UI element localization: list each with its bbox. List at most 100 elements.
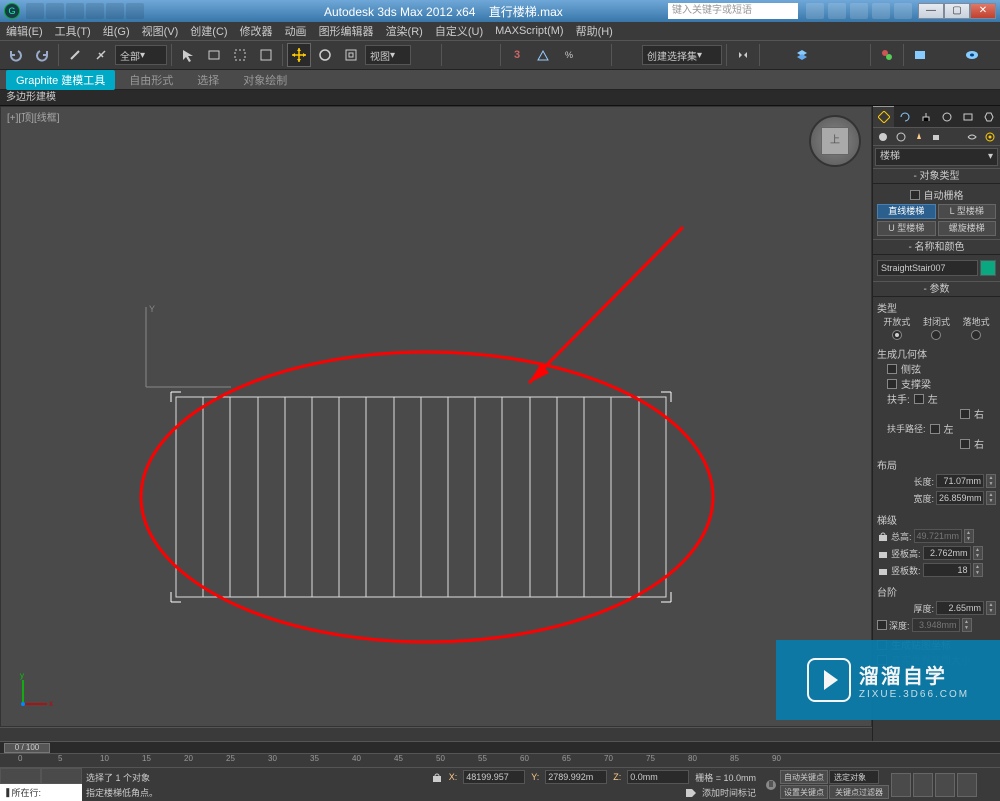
overall-input[interactable]: 49.721mm — [914, 529, 962, 543]
create-tab[interactable] — [873, 106, 894, 127]
layer-button[interactable] — [790, 43, 814, 67]
ribbon-tab-freeform[interactable]: 自由形式 — [119, 70, 183, 90]
menu-item[interactable]: 渲染(R) — [386, 23, 423, 39]
rollout-parameters[interactable]: 参数 — [873, 281, 1000, 297]
width-input[interactable]: 26.859mm — [936, 491, 984, 505]
search-input[interactable]: 键入关键字或短语 — [668, 3, 798, 19]
schematic-button[interactable] — [842, 43, 866, 67]
handrail-left-checkbox[interactable] — [914, 394, 924, 404]
snap-button[interactable]: 3 — [505, 43, 529, 67]
depth-checkbox[interactable] — [877, 620, 887, 630]
percent-snap-button[interactable]: % — [557, 43, 581, 67]
align-button[interactable] — [764, 43, 788, 67]
render-setup-button[interactable] — [908, 43, 932, 67]
maximize-button[interactable]: ▢ — [944, 3, 970, 19]
next-frame-button[interactable] — [957, 773, 977, 797]
object-color-swatch[interactable] — [980, 260, 996, 276]
prev-frame-button[interactable] — [913, 773, 933, 797]
quick-access-toolbar[interactable] — [26, 3, 144, 19]
category-dropdown[interactable]: 楼梯▾ — [875, 148, 998, 166]
key-target-dropdown[interactable]: 选定对象 — [829, 770, 879, 784]
qat-btn[interactable] — [106, 3, 124, 19]
lock-riserht-icon[interactable] — [877, 547, 889, 559]
cameras-icon[interactable] — [931, 131, 943, 143]
railpath-right-checkbox[interactable] — [960, 439, 970, 449]
menu-item[interactable]: 创建(C) — [190, 23, 227, 39]
lock-overall-icon[interactable] — [877, 530, 889, 542]
thickness-input[interactable]: 2.65mm — [936, 601, 984, 615]
utilities-tab[interactable] — [979, 106, 1000, 127]
viewport[interactable]: [+][顶][线框] 上 Y — [0, 106, 872, 727]
menu-item[interactable]: 图形编辑器 — [319, 23, 374, 39]
systems-icon[interactable] — [984, 131, 996, 143]
width-spinner[interactable]: ▲▼ — [986, 491, 996, 505]
undo-button[interactable] — [4, 43, 28, 67]
coord-y[interactable]: 2789.992m — [545, 770, 607, 784]
menu-item[interactable]: 自定义(U) — [435, 23, 483, 39]
unlink-button[interactable] — [89, 43, 113, 67]
type-l-stair[interactable]: L 型楼梯 — [938, 204, 997, 219]
overall-spinner[interactable]: ▲▼ — [964, 529, 974, 543]
spinner-snap-button[interactable] — [583, 43, 607, 67]
type-straight-stair[interactable]: 直线楼梯 — [877, 204, 936, 219]
subscription-icon[interactable] — [828, 3, 846, 19]
named-selection-set[interactable]: 创建选择集 ▾ — [642, 45, 722, 65]
pivot-button[interactable] — [413, 43, 437, 67]
exchange-icon[interactable] — [850, 3, 868, 19]
rollout-name-color[interactable]: 名称和颜色 — [873, 239, 1000, 255]
play-button[interactable] — [935, 773, 955, 797]
key-filters-button[interactable]: 关键点过滤器 — [829, 785, 889, 799]
rollout-object-type[interactable]: 对象类型 — [873, 168, 1000, 184]
goto-start-button[interactable] — [891, 773, 911, 797]
track-ruler[interactable]: 0 5 10 15 20 25 30 35 40 45 50 55 60 65 … — [0, 753, 1000, 767]
qat-btn[interactable] — [66, 3, 84, 19]
modify-tab[interactable] — [894, 106, 915, 127]
keyboard-shortcut-button[interactable] — [472, 43, 496, 67]
minimize-button[interactable]: — — [918, 3, 944, 19]
infocenter-icons[interactable] — [806, 3, 912, 19]
ribbon-panel-label[interactable]: 多边形建模 — [0, 90, 1000, 106]
hierarchy-tab[interactable] — [915, 106, 936, 127]
motion-tab[interactable] — [937, 106, 958, 127]
select-region-button[interactable] — [228, 43, 252, 67]
menu-item[interactable]: 动画 — [285, 23, 307, 39]
scene-canvas[interactable]: Y — [1, 107, 851, 687]
shapes-icon[interactable] — [895, 131, 907, 143]
scale-button[interactable] — [339, 43, 363, 67]
handrail-right-checkbox[interactable] — [960, 409, 970, 419]
radio-box[interactable] — [971, 330, 981, 340]
render-button[interactable] — [960, 43, 984, 67]
length-spinner[interactable]: ▲▼ — [986, 474, 996, 488]
viewport-scrollbar-x[interactable] — [0, 727, 872, 741]
set-key-button[interactable]: 设置关键点 — [780, 785, 828, 799]
rotate-button[interactable] — [313, 43, 337, 67]
redo-button[interactable] — [30, 43, 54, 67]
time-slider-thumb[interactable]: 0 / 100 — [4, 743, 50, 753]
move-button[interactable] — [287, 43, 311, 67]
qat-btn[interactable] — [126, 3, 144, 19]
select-by-name-button[interactable] — [202, 43, 226, 67]
riserht-spinner[interactable]: ▲▼ — [973, 546, 983, 560]
menu-item[interactable]: 工具(T) — [55, 23, 91, 39]
menu-item[interactable]: 修改器 — [240, 23, 273, 39]
riserht-input[interactable]: 2.762mm — [923, 546, 971, 560]
selection-filter[interactable]: 全部 ▾ — [115, 45, 167, 65]
close-button[interactable]: ✕ — [970, 3, 996, 19]
depth-spinner[interactable]: ▲▼ — [962, 618, 972, 632]
angle-snap-button[interactable] — [531, 43, 555, 67]
ref-coord-system[interactable]: 视图 ▾ — [365, 45, 411, 65]
ribbon-tab-paint[interactable]: 对象绘制 — [233, 70, 297, 90]
key-mode-icon[interactable] — [764, 778, 778, 792]
ribbon-tab-selection[interactable]: 选择 — [187, 70, 229, 90]
type-spiral-stair[interactable]: 螺旋楼梯 — [938, 221, 997, 236]
mirror-button[interactable] — [731, 43, 755, 67]
thickness-spinner[interactable]: ▲▼ — [986, 601, 996, 615]
autogrid-checkbox[interactable] — [910, 190, 920, 200]
type-u-stair[interactable]: U 型楼梯 — [877, 221, 936, 236]
mini-listener-1[interactable] — [0, 768, 41, 784]
lights-icon[interactable] — [913, 131, 925, 143]
geometry-icon[interactable] — [877, 131, 889, 143]
menu-item[interactable]: 视图(V) — [142, 23, 179, 39]
material-editor-button[interactable] — [875, 43, 899, 67]
stringers-checkbox[interactable] — [887, 364, 897, 374]
